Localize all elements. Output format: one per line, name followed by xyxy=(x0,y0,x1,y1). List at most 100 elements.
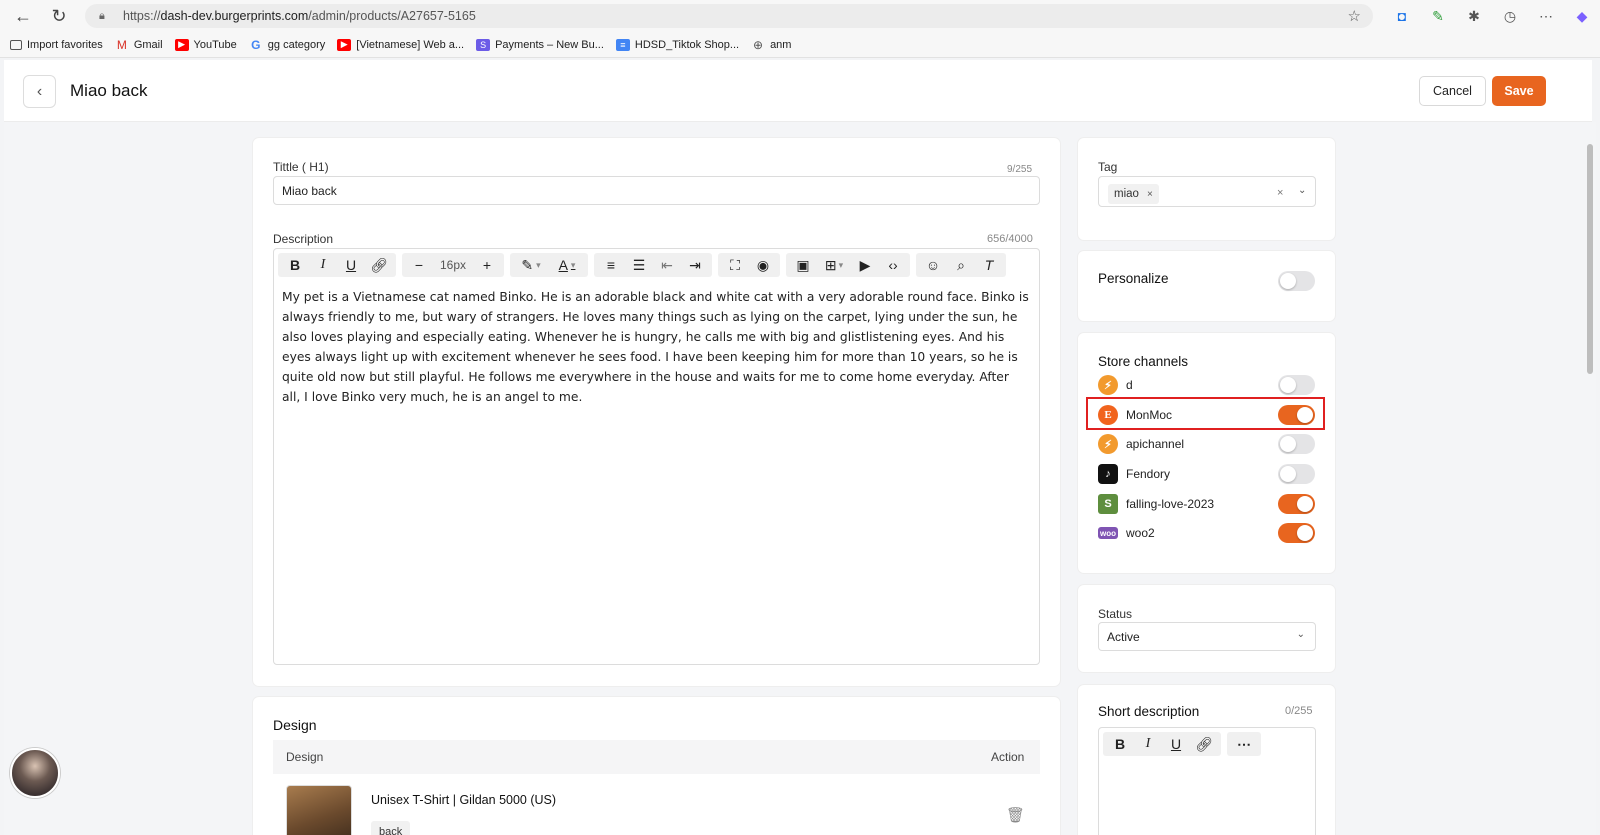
text-color-icon[interactable]: A ▾ xyxy=(549,253,585,277)
bookmark-payments[interactable]: S Payments – New Bu... xyxy=(476,38,604,51)
browser-toolbar: ← ↻ 🔒︎ https://dash-dev.burgerprints.com… xyxy=(0,0,1600,32)
url-path: /admin/products/A27657-5165 xyxy=(308,9,476,23)
woocommerce-icon: woo xyxy=(1098,527,1118,539)
font-size-group: − 16px + xyxy=(402,253,504,277)
channel-toggle-fendory[interactable] xyxy=(1278,464,1315,484)
remove-tag-icon[interactable]: × xyxy=(1147,189,1153,200)
increase-font-icon[interactable]: + xyxy=(473,253,501,277)
save-button[interactable]: Save xyxy=(1492,76,1546,106)
clear-tags-icon[interactable]: × xyxy=(1277,187,1283,199)
fullscreen-icon[interactable]: ⛶ xyxy=(721,253,749,277)
trash-icon[interactable]: 🗑︎ xyxy=(1006,806,1025,824)
clear-format-icon[interactable]: T xyxy=(975,253,1003,277)
channel-toggle-falling-love-2023[interactable] xyxy=(1278,494,1315,514)
image-icon[interactable]: ▣ xyxy=(789,253,817,277)
address-bar[interactable]: 🔒︎ https://dash-dev.burgerprints.com/adm… xyxy=(85,4,1373,28)
font-size-value[interactable]: 16px xyxy=(433,253,473,277)
history-icon[interactable]: ◷ xyxy=(1492,0,1528,32)
youtube-icon: ▶ xyxy=(337,38,352,51)
description-label: Description xyxy=(273,232,334,246)
short-editor-toolbar: B I U 🔗︎ ⋯ xyxy=(1103,732,1261,756)
page-title: Miao back xyxy=(70,81,148,100)
description-editor[interactable]: B I U 🔗︎ − 16px + ✎ ▾ A ▾ ≡ ☰ ⇤ ⇥ ⛶ ◉ ▣ ⊞ ▾… xyxy=(273,248,1040,665)
back-arrow-icon[interactable]: ← xyxy=(9,2,37,30)
youtube-icon: ▶ xyxy=(174,38,189,51)
bookmark-gg-category[interactable]: Ggg category xyxy=(249,37,325,52)
copilot-icon[interactable]: ◆ xyxy=(1564,0,1600,32)
extension-icon[interactable]: ◘ xyxy=(1384,0,1420,32)
paragraph-group: ≡ ☰ ⇤ ⇥ xyxy=(594,253,712,277)
url-prefix: https:// xyxy=(123,9,161,23)
table-icon[interactable]: ⊞ ▾ xyxy=(817,253,851,277)
channel-toggle-d[interactable] xyxy=(1278,375,1315,395)
view-group: ⛶ ◉ xyxy=(718,253,780,277)
page-header: ‹ Miao back Cancel Save xyxy=(4,60,1592,122)
channel-toggle-woo2[interactable] xyxy=(1278,523,1315,543)
browser-actions: ◘ ✎ ✱ ◷ ⋯ ◆ xyxy=(1384,0,1600,32)
underline-icon[interactable]: U xyxy=(1162,732,1190,756)
indent-icon[interactable]: ⇥ xyxy=(681,253,709,277)
insert-group: ▣ ⊞ ▾ ▶ ‹› xyxy=(786,253,910,277)
cancel-button[interactable]: Cancel xyxy=(1419,76,1486,106)
underline-icon[interactable]: U xyxy=(337,253,365,277)
more-icon[interactable]: ⋯ xyxy=(1230,732,1258,756)
tiktok-icon: ♪ xyxy=(1098,464,1118,484)
title-counter: 9/255 xyxy=(1007,164,1033,175)
color-group: ✎ ▾ A ▾ xyxy=(510,253,588,277)
italic-icon[interactable]: I xyxy=(309,253,337,277)
format-group: B I U 🔗︎ xyxy=(278,253,396,277)
link-icon[interactable]: 🔗︎ xyxy=(1190,732,1218,756)
bullet-list-icon[interactable]: ☰ xyxy=(625,253,653,277)
bookmark-star-icon[interactable]: ☆ xyxy=(1348,7,1361,25)
highlight-box xyxy=(1086,397,1325,430)
align-left-icon[interactable]: ≡ xyxy=(597,253,625,277)
status-select[interactable]: Active ⌄ xyxy=(1098,622,1316,651)
short-more-group: ⋯ xyxy=(1227,732,1261,756)
bolt-icon: ⚡︎ xyxy=(1098,434,1118,454)
video-icon[interactable]: ▶ xyxy=(851,253,879,277)
bold-icon[interactable]: B xyxy=(281,253,309,277)
chevron-down-icon: ⌄ xyxy=(1296,629,1305,640)
title-input[interactable]: Miao back xyxy=(273,176,1040,205)
emoji-icon[interactable]: ☺ xyxy=(919,253,947,277)
channel-toggle-apichannel[interactable] xyxy=(1278,434,1315,454)
bookmark-vietnamese-web[interactable]: ▶ [Vietnamese] Web a... xyxy=(337,38,464,51)
search-icon[interactable]: ⌕ xyxy=(947,253,975,277)
google-icon: G xyxy=(251,37,261,52)
shopify-icon: S xyxy=(1098,494,1118,514)
short-description-editor[interactable]: B I U 🔗︎ ⋯ xyxy=(1098,727,1316,835)
status-value: Active xyxy=(1107,629,1140,644)
code-icon[interactable]: ‹› xyxy=(879,253,907,277)
bookmark-youtube[interactable]: ▶ YouTube xyxy=(174,38,237,51)
design-thumbnail[interactable] xyxy=(286,785,352,835)
bookmark-import-favorites[interactable]: Import favorites xyxy=(10,39,103,51)
editor-toolbar: B I U 🔗︎ − 16px + ✎ ▾ A ▾ ≡ ☰ ⇤ ⇥ ⛶ ◉ ▣ ⊞ ▾… xyxy=(278,253,1006,277)
pen-extension-icon[interactable]: ✎ xyxy=(1420,0,1456,32)
decrease-font-icon[interactable]: − xyxy=(405,253,433,277)
personalize-toggle[interactable] xyxy=(1278,271,1315,291)
description-text[interactable]: My pet is a Vietnamese cat named Binko. … xyxy=(282,287,1030,407)
bookmarks-bar: Import favorites M Gmail ▶ YouTube Ggg cat… xyxy=(0,32,1600,58)
chevron-left-icon: ‹ xyxy=(36,82,43,100)
bookmark-anm[interactable]: ⊕ anm xyxy=(751,38,791,52)
back-button[interactable]: ‹ xyxy=(23,75,56,108)
bold-icon[interactable]: B xyxy=(1106,732,1134,756)
action-column-header: Action xyxy=(991,750,1025,764)
bookmark-gmail[interactable]: M Gmail xyxy=(115,38,163,52)
highlight-icon[interactable]: ✎ ▾ xyxy=(513,253,549,277)
outdent-icon[interactable]: ⇤ xyxy=(653,253,681,277)
more-icon[interactable]: ⋯ xyxy=(1528,0,1564,32)
puzzle-icon[interactable]: ✱ xyxy=(1456,0,1492,32)
avatar[interactable] xyxy=(10,748,60,798)
scrollbar-thumb[interactable] xyxy=(1587,144,1593,374)
reload-icon[interactable]: ↻ xyxy=(45,2,73,30)
link-icon[interactable]: 🔗︎ xyxy=(365,253,393,277)
personalize-label: Personalize xyxy=(1098,271,1169,286)
chevron-down-icon[interactable]: ⌄ xyxy=(1298,185,1306,196)
title-label: Tittle ( H1) xyxy=(273,160,329,174)
italic-icon[interactable]: I xyxy=(1134,732,1162,756)
site-info-icon[interactable]: 🔒︎ xyxy=(99,9,113,23)
preview-eye-icon[interactable]: ◉ xyxy=(749,253,777,277)
store-channels-title: Store channels xyxy=(1098,354,1189,369)
bookmark-hdsd-tiktok[interactable]: ≡ HDSD_Tiktok Shop... xyxy=(615,38,739,51)
